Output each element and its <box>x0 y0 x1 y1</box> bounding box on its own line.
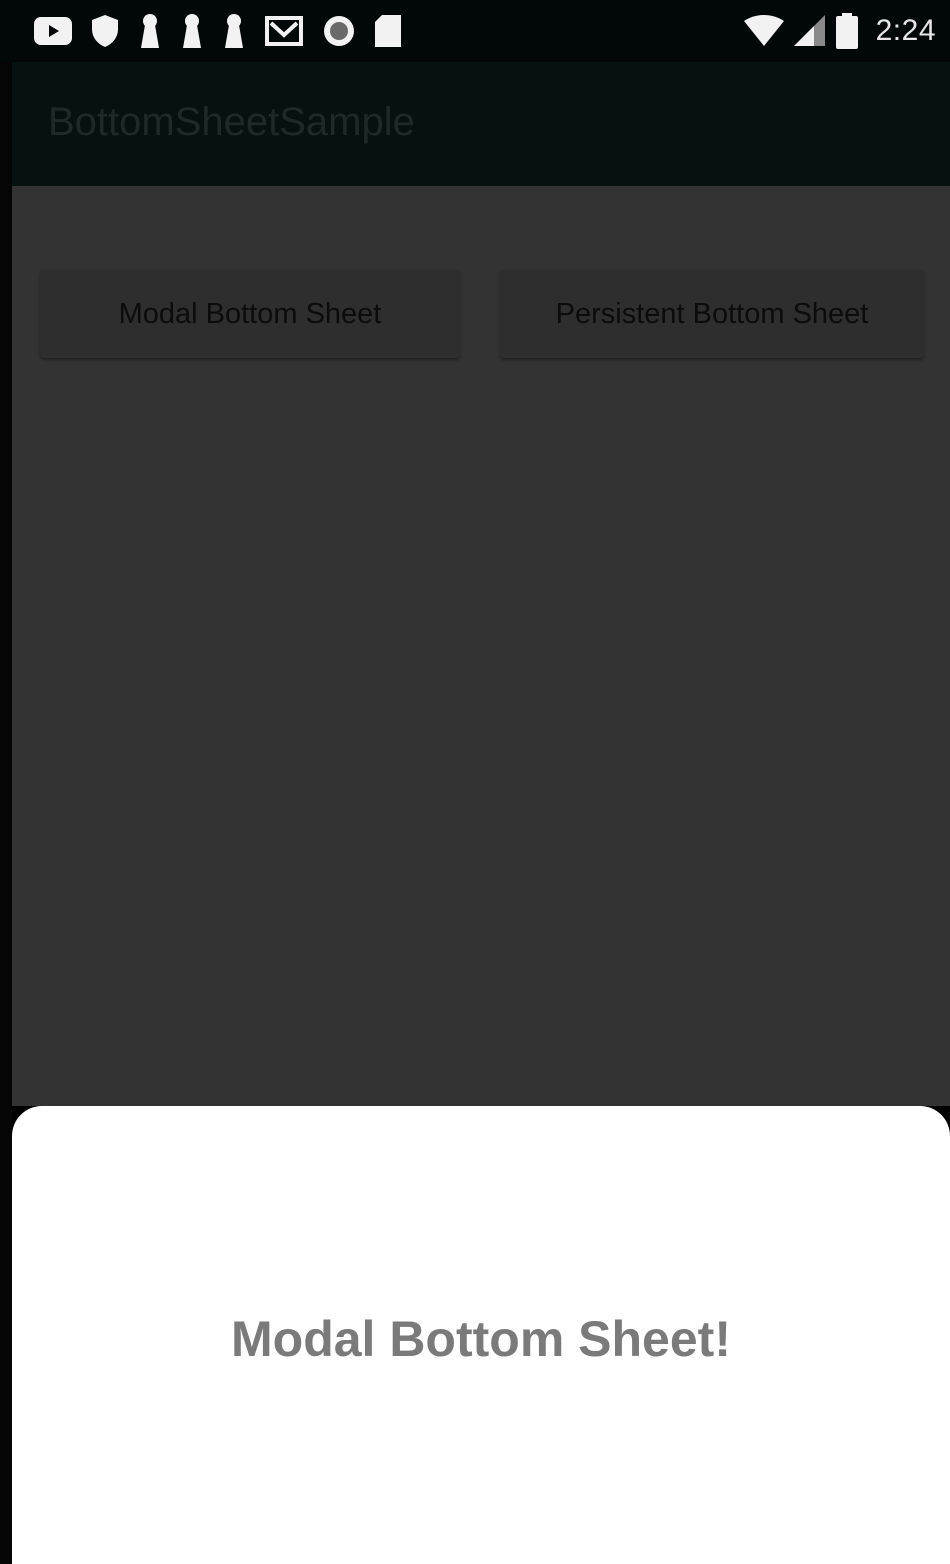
sd-card-icon <box>374 14 402 48</box>
keyhole-icon <box>138 13 162 49</box>
shield-icon <box>90 14 120 48</box>
modal-bottom-sheet-button[interactable]: Modal Bottom Sheet <box>40 270 460 358</box>
status-bar: 2:24 <box>0 0 950 62</box>
screen-edge <box>0 0 12 1564</box>
cell-signal-icon <box>793 15 826 47</box>
battery-icon <box>835 13 858 49</box>
persistent-bottom-sheet-button[interactable]: Persistent Bottom Sheet <box>500 270 924 358</box>
clock: 2:24 <box>875 14 936 47</box>
modal-bottom-sheet[interactable]: Modal Bottom Sheet! <box>12 1106 950 1564</box>
app-title: BottomSheetSample <box>48 100 415 144</box>
wifi-icon <box>743 15 784 47</box>
keyhole-icon <box>222 13 246 49</box>
record-icon <box>322 14 356 48</box>
keyhole-icon <box>180 13 204 49</box>
phone-screen: 2:24 BottomSheetSample Modal Bottom Shee… <box>0 0 950 1564</box>
system-icons: 2:24 <box>743 10 936 52</box>
bottom-sheet-text: Modal Bottom Sheet! <box>231 1311 731 1367</box>
gmail-icon <box>264 15 304 47</box>
app-bar: BottomSheetSample <box>12 62 950 186</box>
main-content[interactable]: Modal Bottom Sheet Persistent Bottom She… <box>12 186 950 1106</box>
notification-icons <box>34 12 402 50</box>
youtube-icon <box>34 17 72 45</box>
